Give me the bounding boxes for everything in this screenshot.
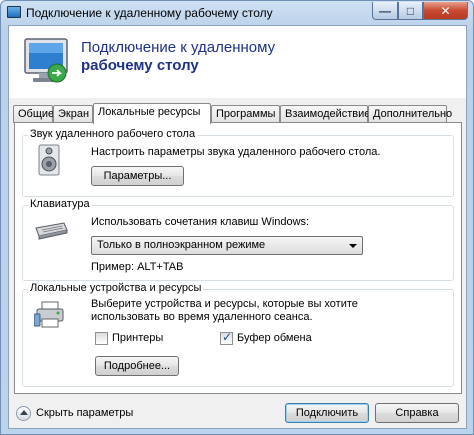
clipboard-checkbox[interactable] — [220, 330, 233, 345]
minimize-button[interactable]: — — [372, 2, 398, 20]
sound-description: Настроить параметры звука удаленного раб… — [91, 146, 381, 158]
printers-checkbox[interactable] — [95, 332, 108, 345]
keyboard-shortcut-select[interactable]: Только в полноэкранном режиме — [91, 236, 363, 255]
header-title-line2: рабочему столу — [81, 57, 199, 74]
tab-general[interactable]: Общие — [13, 105, 54, 123]
devices-icon — [34, 301, 64, 328]
sound-settings-button[interactable]: Параметры... — [91, 166, 184, 186]
title-bar[interactable]: Подключение к удаленному рабочему столу … — [1, 1, 473, 25]
maximize-button[interactable]: □ — [398, 2, 423, 20]
clipboard-label[interactable]: Буфер обмена — [237, 332, 312, 344]
printers-label[interactable]: Принтеры — [112, 332, 163, 344]
hide-options-link[interactable]: Скрыть параметры — [36, 407, 133, 419]
chevron-down-icon — [349, 244, 357, 248]
remote-desktop-icon — [24, 38, 68, 83]
group-keyboard-legend: Клавиатура — [28, 198, 92, 210]
connect-button[interactable]: Подключить — [285, 403, 369, 423]
tab-panel-local-resources: Звук удаленного рабочего стола Настроить… — [14, 122, 462, 394]
tab-experience[interactable]: Взаимодействие — [280, 105, 370, 123]
tab-programs[interactable]: Программы — [211, 105, 280, 123]
keyboard-example: Пример: ALT+TAB — [91, 261, 184, 273]
keyboard-shortcut-selected: Только в полноэкранном режиме — [97, 239, 266, 251]
devices-description-line1: Выберите устройства и ресурсы, которые в… — [91, 298, 358, 310]
group-devices-legend: Локальные устройства и ресурсы — [28, 282, 204, 294]
header-title-line1: Подключение к удаленному — [81, 39, 276, 56]
close-button[interactable]: ✕ — [423, 2, 468, 20]
app-icon — [7, 6, 21, 18]
window-title: Подключение к удаленному рабочему столу — [26, 6, 273, 20]
more-devices-button[interactable]: Подробнее... — [95, 356, 179, 376]
dialog-client: Подключение к удаленному рабочему столу … — [8, 25, 467, 429]
help-button[interactable]: Справка — [375, 403, 459, 423]
group-keyboard: Клавиатура Использовать сочетания клавиш… — [22, 198, 454, 281]
tab-display[interactable]: Экран — [53, 105, 93, 123]
tab-local-resources[interactable]: Локальные ресурсы — [93, 103, 211, 124]
keyboard-description: Использовать сочетания клавиш Windows: — [91, 216, 310, 228]
collapse-options-icon[interactable] — [16, 406, 31, 421]
group-sound: Звук удаленного рабочего стола Настроить… — [22, 128, 454, 197]
keyboard-icon — [35, 222, 68, 240]
speaker-icon — [38, 144, 60, 176]
devices-description-line2: использовать во время удаленного сеанса. — [91, 311, 313, 323]
group-devices: Локальные устройства и ресурсы Выберите … — [22, 282, 454, 387]
group-sound-legend: Звук удаленного рабочего стола — [28, 128, 198, 140]
tab-advanced[interactable]: Дополнительно — [368, 105, 452, 123]
rdp-window: Подключение к удаленному рабочему столу … — [0, 0, 474, 435]
dialog-header: Подключение к удаленному рабочему столу — [9, 26, 466, 98]
